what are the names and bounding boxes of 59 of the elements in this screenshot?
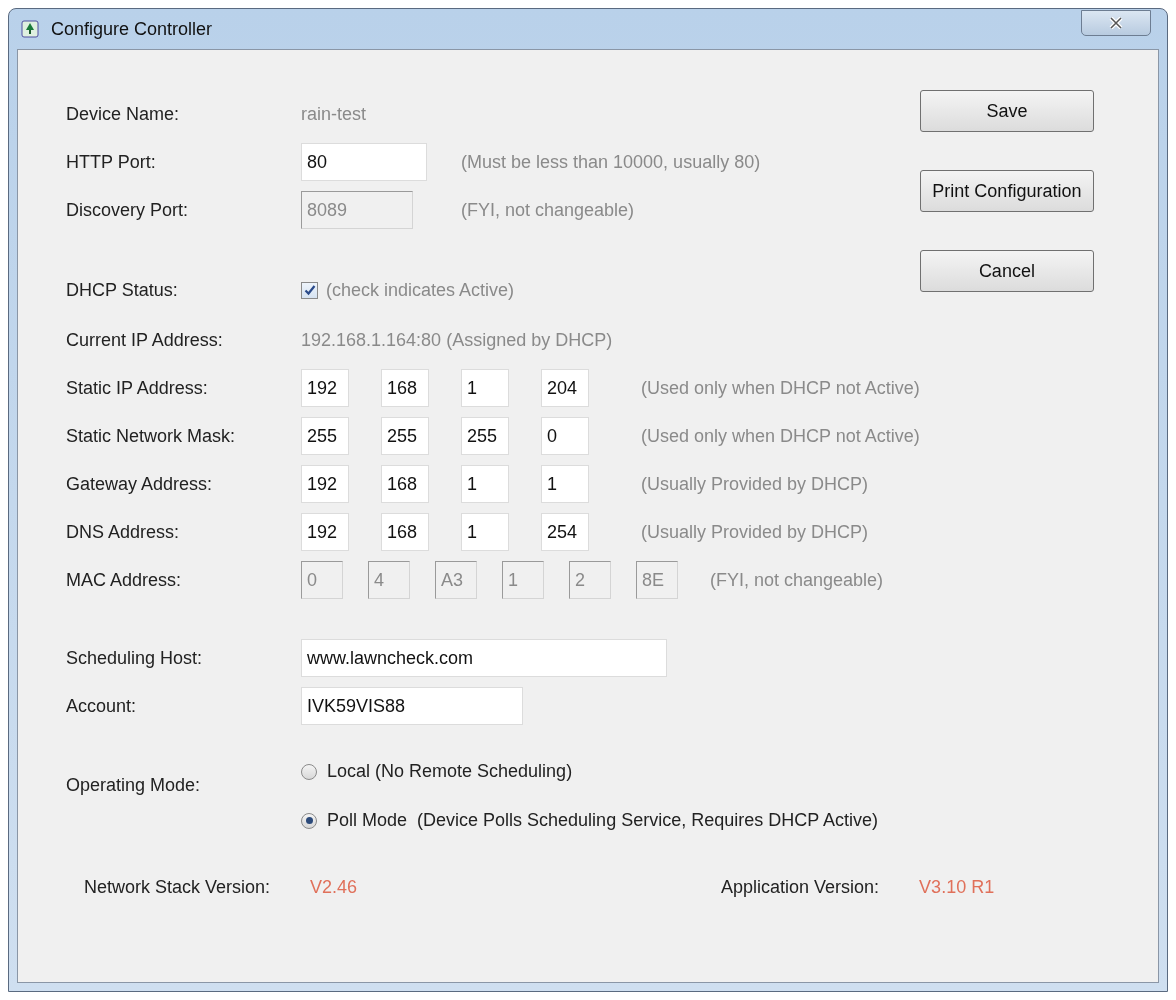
version-value: V3.10 R1 bbox=[919, 876, 995, 899]
field-label: Operating Mode: bbox=[66, 774, 202, 797]
field-label: Static IP Address: bbox=[66, 376, 209, 400]
field-label: MAC Address: bbox=[66, 568, 183, 592]
dialog-button[interactable]: Cancel bbox=[919, 250, 1094, 292]
hint-text: (Used only when DHCP not Active) bbox=[641, 376, 920, 400]
hint-text: (Must be less than 10000, usually 80) bbox=[461, 150, 761, 174]
text-field[interactable]: 1 bbox=[461, 465, 509, 503]
radio-label: Poll Mode (Device Polls Scheduling Service, Requires DHCP Active) bbox=[327, 809, 878, 832]
radio-label: Local (No Remote Scheduling) bbox=[327, 760, 573, 783]
text-field[interactable]: 255 bbox=[461, 417, 509, 455]
field-label: Discovery Port: bbox=[66, 198, 190, 222]
hint-text: (Used only when DHCP not Active) bbox=[641, 424, 920, 448]
close-button[interactable] bbox=[1081, 10, 1151, 36]
field-label: Current IP Address: bbox=[66, 328, 224, 352]
field-label: Account: bbox=[66, 694, 138, 718]
hint-text: (Usually Provided by DHCP) bbox=[641, 472, 869, 496]
field-label: Device Name: bbox=[66, 102, 181, 126]
text-field[interactable]: 255 bbox=[381, 417, 429, 455]
dialog-button[interactable]: Save bbox=[919, 90, 1094, 132]
hint-text: (Usually Provided by DHCP) bbox=[641, 520, 869, 544]
radio-button[interactable] bbox=[301, 812, 317, 829]
text-field[interactable]: 192 bbox=[301, 369, 349, 407]
dialog-button[interactable]: Print Configuration bbox=[919, 170, 1094, 212]
hint-text: (FYI, not changeable) bbox=[461, 198, 635, 222]
field-label: Scheduling Host: bbox=[66, 646, 204, 670]
tree-icon bbox=[21, 20, 39, 38]
text-field[interactable]: www.lawncheck.com bbox=[301, 639, 667, 677]
hint-text: (FYI, not changeable) bbox=[710, 568, 884, 592]
window-title: Configure Controller bbox=[51, 17, 213, 41]
version-label: Network Stack Version: bbox=[84, 876, 271, 899]
text-field[interactable]: 192 bbox=[301, 465, 349, 503]
text-field[interactable]: 1 bbox=[461, 369, 509, 407]
checkmark-icon bbox=[303, 284, 316, 296]
field-label: DNS Address: bbox=[66, 520, 181, 544]
field-label: Gateway Address: bbox=[66, 472, 214, 496]
checkbox[interactable] bbox=[301, 281, 318, 299]
field-value: 192.168.1.164:80 (Assigned by DHCP) bbox=[301, 328, 613, 352]
text-field[interactable]: IVK59VIS88 bbox=[301, 687, 523, 725]
close-icon bbox=[1109, 17, 1123, 29]
text-field[interactable]: 1 bbox=[541, 465, 589, 503]
field-label: HTTP Port: bbox=[66, 150, 157, 174]
text-field[interactable]: 168 bbox=[381, 369, 429, 407]
hint-text: (check indicates Active) bbox=[326, 278, 515, 302]
text-field[interactable]: 1 bbox=[461, 513, 509, 551]
text-field[interactable]: 254 bbox=[541, 513, 589, 551]
text-field[interactable]: 255 bbox=[301, 417, 349, 455]
version-label: Application Version: bbox=[721, 876, 880, 899]
text-field[interactable]: 192 bbox=[301, 513, 349, 551]
text-field[interactable]: 168 bbox=[381, 465, 429, 503]
radio-button[interactable] bbox=[301, 763, 317, 780]
text-field[interactable]: 0 bbox=[541, 417, 589, 455]
field-label: Static Network Mask: bbox=[66, 424, 237, 448]
field-label: DHCP Status: bbox=[66, 278, 179, 302]
text-field[interactable]: 204 bbox=[541, 369, 589, 407]
text-field[interactable]: 168 bbox=[381, 513, 429, 551]
text-field[interactable]: 80 bbox=[301, 143, 427, 181]
version-value: V2.46 bbox=[310, 876, 358, 899]
field-value: rain-test bbox=[301, 102, 367, 126]
